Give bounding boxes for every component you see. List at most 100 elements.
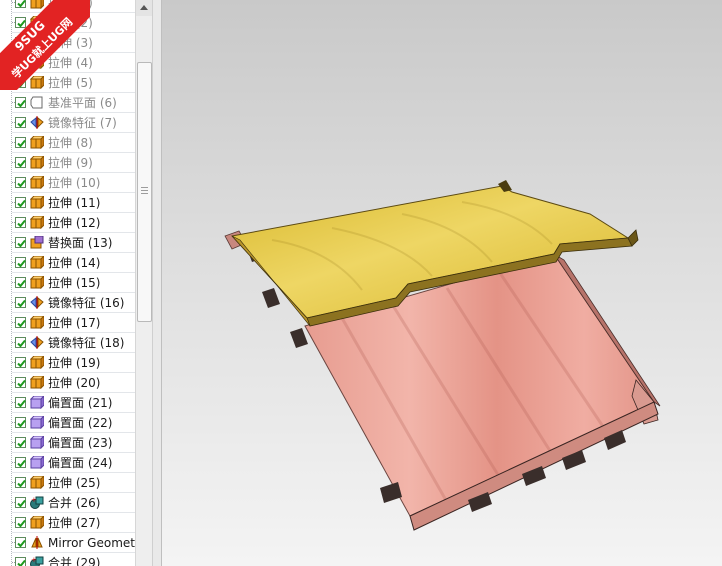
graphics-viewport[interactable] (162, 0, 722, 566)
feature-label: 偏置面 (22) (48, 416, 113, 430)
visibility-checkbox[interactable] (15, 457, 26, 468)
check-icon (17, 499, 26, 508)
extrude-icon (29, 314, 46, 330)
visibility-checkbox[interactable] (15, 197, 26, 208)
grip-icon (141, 187, 148, 194)
visibility-checkbox[interactable] (15, 517, 26, 528)
tree-row[interactable]: 偏置面 (24) (0, 453, 135, 473)
visibility-checkbox[interactable] (15, 437, 26, 448)
replace-face-icon (30, 235, 44, 249)
mirror-feature-icon (30, 116, 44, 129)
feature-label: 拉伸 (14) (48, 256, 101, 270)
tree-row[interactable]: 拉伸 (9) (0, 153, 135, 173)
extrude-icon (29, 254, 46, 270)
extrude-icon (29, 154, 46, 170)
feature-label: 偏置面 (24) (48, 456, 113, 470)
visibility-checkbox[interactable] (15, 377, 26, 388)
tree-row[interactable]: 镜像特征 (18) (0, 333, 135, 353)
visibility-checkbox[interactable] (15, 537, 26, 548)
check-icon (17, 119, 26, 128)
svg-text:+: + (31, 556, 37, 564)
extrude-icon (29, 474, 46, 490)
check-icon (17, 559, 26, 566)
check-icon (17, 379, 26, 388)
extrude-icon (29, 514, 46, 530)
tree-row[interactable]: 拉伸 (14) (0, 253, 135, 273)
tree-row[interactable]: 镜像特征 (16) (0, 293, 135, 313)
scroll-thumb[interactable] (137, 62, 152, 322)
visibility-checkbox[interactable] (15, 257, 26, 268)
feature-label: 镜像特征 (18) (48, 336, 125, 350)
visibility-checkbox[interactable] (15, 397, 26, 408)
offset-face-icon (29, 414, 46, 430)
visibility-checkbox[interactable] (15, 157, 26, 168)
check-icon (17, 399, 26, 408)
visibility-checkbox[interactable] (15, 337, 26, 348)
offset-face-icon (29, 434, 46, 450)
feature-label: 拉伸 (8) (48, 136, 93, 150)
visibility-checkbox[interactable] (15, 177, 26, 188)
feature-label: 偏置面 (23) (48, 436, 113, 450)
mirror-geometry-icon (30, 536, 44, 549)
tree-row[interactable]: 镜像特征 (7) (0, 113, 135, 133)
check-icon (17, 179, 26, 188)
feature-label: 合并 (26) (48, 496, 101, 510)
tree-row[interactable]: 偏置面 (21) (0, 393, 135, 413)
check-icon (17, 439, 26, 448)
tree-row[interactable]: 拉伸 (25) (0, 473, 135, 493)
tree-row[interactable]: 偏置面 (22) (0, 413, 135, 433)
extrude-icon (29, 214, 46, 230)
tree-row[interactable]: 拉伸 (27) (0, 513, 135, 533)
feature-label: 拉伸 (11) (48, 196, 101, 210)
extrude-icon (29, 354, 46, 370)
visibility-checkbox[interactable] (15, 477, 26, 488)
tree-row[interactable]: 拉伸 (10) (0, 173, 135, 193)
tree-row[interactable]: 拉伸 (17) (0, 313, 135, 333)
check-icon (17, 459, 26, 468)
visibility-checkbox[interactable] (15, 237, 26, 248)
check-icon (17, 159, 26, 168)
offset-face-icon (29, 454, 46, 470)
check-icon (17, 199, 26, 208)
unite-icon: + (30, 496, 44, 509)
visibility-checkbox[interactable] (15, 317, 26, 328)
visibility-checkbox[interactable] (15, 277, 26, 288)
datum-plane-icon (30, 96, 44, 109)
feature-label: 拉伸 (9) (48, 156, 93, 170)
check-icon (17, 519, 26, 528)
tree-row[interactable]: 拉伸 (20) (0, 373, 135, 393)
visibility-checkbox[interactable] (15, 497, 26, 508)
visibility-checkbox[interactable] (15, 417, 26, 428)
visibility-checkbox[interactable] (15, 97, 26, 108)
navigator-scrollbar[interactable] (135, 0, 152, 566)
tree-row[interactable]: Mirror Geometry (0, 533, 135, 553)
visibility-checkbox[interactable] (15, 217, 26, 228)
tree-row[interactable]: 替换面 (13) (0, 233, 135, 253)
tree-row[interactable]: 拉伸 (12) (0, 213, 135, 233)
check-icon (17, 539, 26, 548)
tree-row[interactable]: + 合并 (29) (0, 553, 135, 566)
visibility-checkbox[interactable] (15, 557, 26, 566)
arrow-up-icon (140, 5, 148, 10)
tree-row[interactable]: 基准平面 (6) (0, 93, 135, 113)
feature-label: 拉伸 (17) (48, 316, 101, 330)
scroll-up-button[interactable] (136, 0, 152, 16)
tree-row[interactable]: 拉伸 (8) (0, 133, 135, 153)
sheet-metal-model (224, 180, 661, 531)
visibility-checkbox[interactable] (15, 117, 26, 128)
feature-label: 拉伸 (20) (48, 376, 101, 390)
check-icon (17, 479, 26, 488)
tree-row[interactable]: 拉伸 (15) (0, 273, 135, 293)
visibility-checkbox[interactable] (15, 357, 26, 368)
extrude-icon (29, 134, 46, 150)
svg-text:+: + (31, 496, 37, 504)
panel-splitter[interactable] (152, 0, 162, 566)
check-icon (17, 139, 26, 148)
feature-label: 镜像特征 (16) (48, 296, 125, 310)
tree-row[interactable]: 拉伸 (19) (0, 353, 135, 373)
visibility-checkbox[interactable] (15, 297, 26, 308)
tree-row[interactable]: 拉伸 (11) (0, 193, 135, 213)
tree-row[interactable]: + 合并 (26) (0, 493, 135, 513)
tree-row[interactable]: 偏置面 (23) (0, 433, 135, 453)
visibility-checkbox[interactable] (15, 137, 26, 148)
